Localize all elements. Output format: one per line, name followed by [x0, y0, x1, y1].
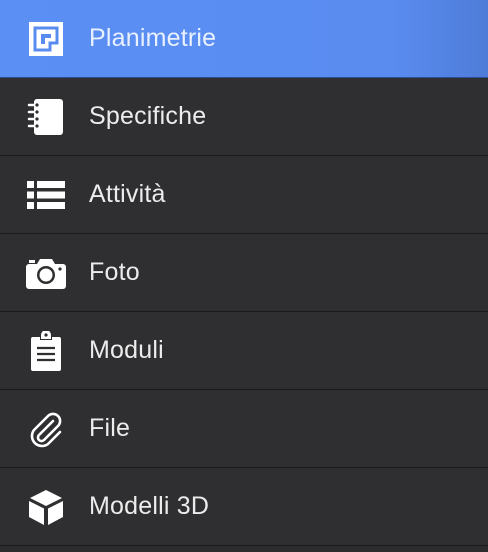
menu-item-file[interactable]: File — [0, 390, 488, 468]
menu-item-label: Foto — [89, 258, 140, 286]
menu-item-modelli-3d[interactable]: Modelli 3D — [0, 468, 488, 546]
cube-icon — [26, 487, 66, 527]
menu-item-label: Planimetrie — [89, 24, 217, 52]
menu-item-attivita[interactable]: Attività — [0, 156, 488, 234]
menu-item-foto[interactable]: Foto — [0, 234, 488, 312]
menu-item-label: Specifiche — [89, 102, 207, 130]
menu-item-moduli[interactable]: Moduli — [0, 312, 488, 390]
list-icon — [26, 175, 66, 215]
menu-item-label: Attività — [89, 180, 166, 208]
camera-icon — [26, 253, 66, 293]
paperclip-icon — [26, 409, 66, 449]
menu-item-label: Moduli — [89, 336, 164, 364]
clipboard-icon — [26, 330, 66, 371]
floorplan-icon — [26, 19, 66, 59]
menu-item-label: File — [89, 414, 131, 442]
side-menu: Planimetrie Specifiche Attività Foto Mod… — [0, 0, 488, 552]
menu-item-specifiche[interactable]: Specifiche — [0, 78, 488, 156]
notebook-icon — [26, 97, 66, 137]
menu-item-planimetrie[interactable]: Planimetrie — [0, 0, 488, 78]
menu-item-label: Modelli 3D — [89, 492, 210, 520]
